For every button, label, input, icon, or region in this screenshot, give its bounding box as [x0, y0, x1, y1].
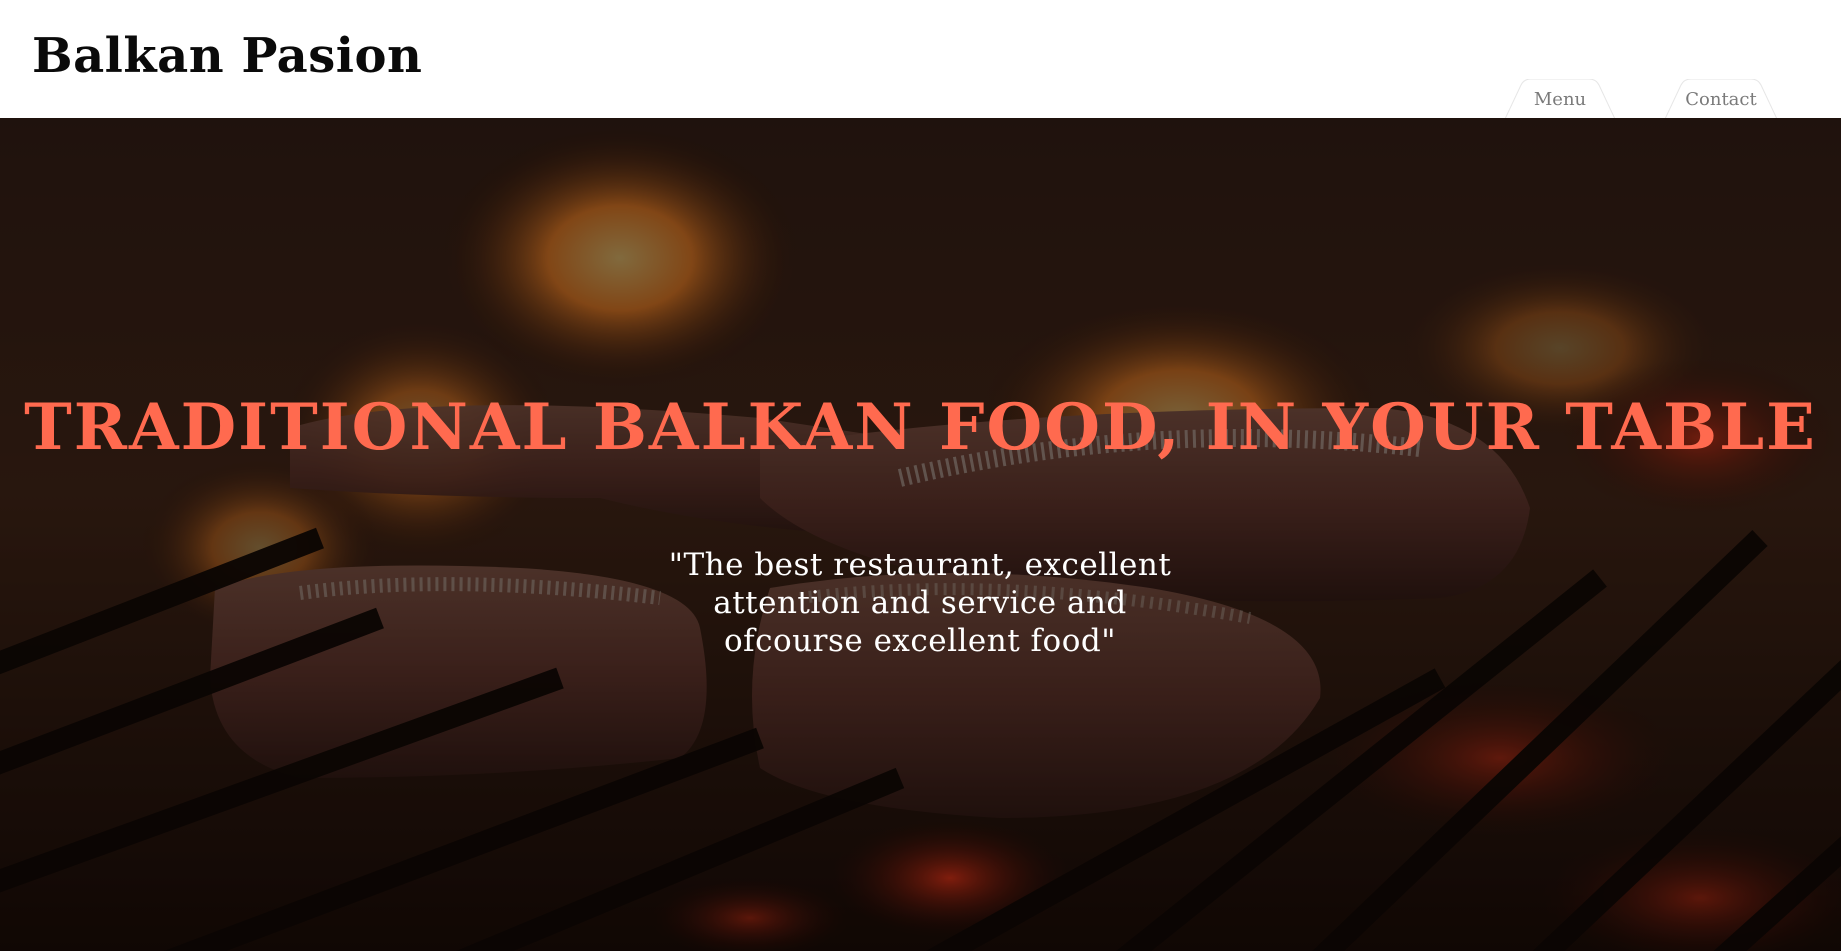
- hero-section: TRADITIONAL BALKAN FOOD, IN YOUR TABLE "…: [0, 118, 1841, 951]
- nav-tab-menu[interactable]: Menu: [1505, 79, 1615, 119]
- site-logo-title[interactable]: Balkan Pasion: [32, 26, 422, 86]
- nav-tab-menu-label: Menu: [1533, 89, 1587, 110]
- nav-tab-contact-label: Contact: [1685, 89, 1757, 110]
- site-header: Balkan Pasion Menu Contact: [0, 0, 1841, 119]
- main-nav: Menu Contact: [0, 79, 1841, 119]
- hero-testimonial-quote: "The best restaurant, excellent attentio…: [668, 547, 1172, 659]
- hero-headline: TRADITIONAL BALKAN FOOD, IN YOUR TABLE: [24, 390, 1817, 465]
- hero-dark-overlay: [0, 118, 1841, 951]
- nav-tab-contact[interactable]: Contact: [1665, 79, 1777, 119]
